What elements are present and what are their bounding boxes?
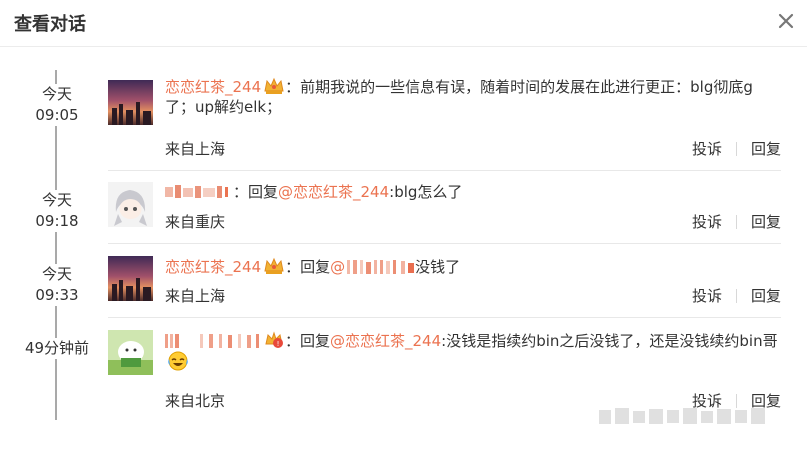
comment-location: 来自上海 (165, 287, 226, 305)
comment-content: ：回复@恋恋红茶_244:blg怎么了 (165, 182, 781, 202)
comment-location: 来自北京 (165, 392, 226, 410)
time-relative: 49分钟前 (24, 339, 90, 357)
comment-actions: 投诉 回复 (692, 211, 781, 232)
comment-text-suffix: :没钱是指续约bin之后没钱了，还是没钱续约bin哥 (441, 332, 778, 350)
comment-time: 今天 09:05 (18, 84, 96, 126)
laugh-cry-emoji (168, 351, 188, 371)
close-icon[interactable] (775, 10, 797, 32)
reply-link[interactable]: 回复 (751, 287, 781, 305)
vip-badge-icon: ! (265, 331, 283, 348)
svg-text:!: ! (277, 340, 280, 348)
action-separator (735, 215, 737, 229)
crown-badge-icon (264, 77, 284, 94)
mention-link[interactable]: @恋恋红茶_244 (330, 332, 441, 350)
comment-actions: 投诉 回复 (692, 285, 781, 306)
avatar[interactable] (108, 330, 153, 375)
comment-location: 来自重庆 (165, 213, 226, 231)
time-clock: 09:33 (35, 286, 79, 304)
watermark (599, 408, 765, 424)
report-link[interactable]: 投诉 (692, 287, 722, 305)
reply-link[interactable]: 回复 (751, 213, 781, 231)
comment-text-prefix: ：回复 (285, 258, 331, 276)
action-separator (735, 289, 737, 303)
comment-divider (108, 170, 781, 171)
comment-time: 49分钟前 (18, 338, 96, 359)
avatar[interactable] (108, 80, 153, 125)
time-day: 今天 (41, 191, 72, 209)
comment-content: 恋恋红茶_244 ：前期我说的一些信息有误，随着时间的发展在此进行更正：blg彻… (165, 76, 781, 117)
time-day: 今天 (41, 265, 72, 283)
report-link[interactable]: 投诉 (692, 140, 722, 158)
masked-username[interactable] (165, 333, 261, 349)
crown-badge-icon (264, 257, 284, 274)
comment-text-prefix: ：回复 (285, 332, 331, 350)
username-link[interactable]: 恋恋红茶_244 (165, 78, 261, 96)
masked-mention (347, 260, 415, 274)
comment-text-suffix: :blg怎么了 (389, 183, 463, 201)
dialog-header: 查看对话 (0, 0, 807, 47)
time-clock: 09:18 (35, 212, 79, 230)
comment-divider (108, 317, 781, 318)
avatar[interactable] (108, 256, 153, 301)
comment-location: 来自上海 (165, 140, 226, 158)
report-link[interactable]: 投诉 (692, 213, 722, 231)
comment-content: ! ：回复@恋恋红茶_244:没钱是指续约bin之后没钱了，还是没钱续约bin哥 (165, 330, 781, 372)
comment-text-prefix: ：回复 (233, 183, 279, 201)
time-day: 今天 (41, 85, 72, 103)
mention-link[interactable]: @恋恋红茶_244 (278, 183, 389, 201)
comment-actions: 投诉 回复 (692, 138, 781, 159)
comment-content: 恋恋红茶_244 ：回复@ 没钱了 (165, 256, 781, 277)
comment-text-suffix: 没钱了 (415, 258, 461, 276)
mention-link[interactable]: @ (330, 258, 345, 276)
reply-link[interactable]: 回复 (751, 140, 781, 158)
avatar[interactable] (108, 182, 153, 227)
action-separator (735, 142, 737, 156)
comment-time: 今天 09:33 (18, 264, 96, 306)
username-link[interactable]: 恋恋红茶_244 (165, 258, 261, 276)
masked-username[interactable] (165, 184, 233, 200)
comment-time: 今天 09:18 (18, 190, 96, 232)
time-clock: 09:05 (35, 106, 79, 124)
dialog-title: 查看对话 (14, 14, 86, 35)
comment-divider (108, 243, 781, 244)
